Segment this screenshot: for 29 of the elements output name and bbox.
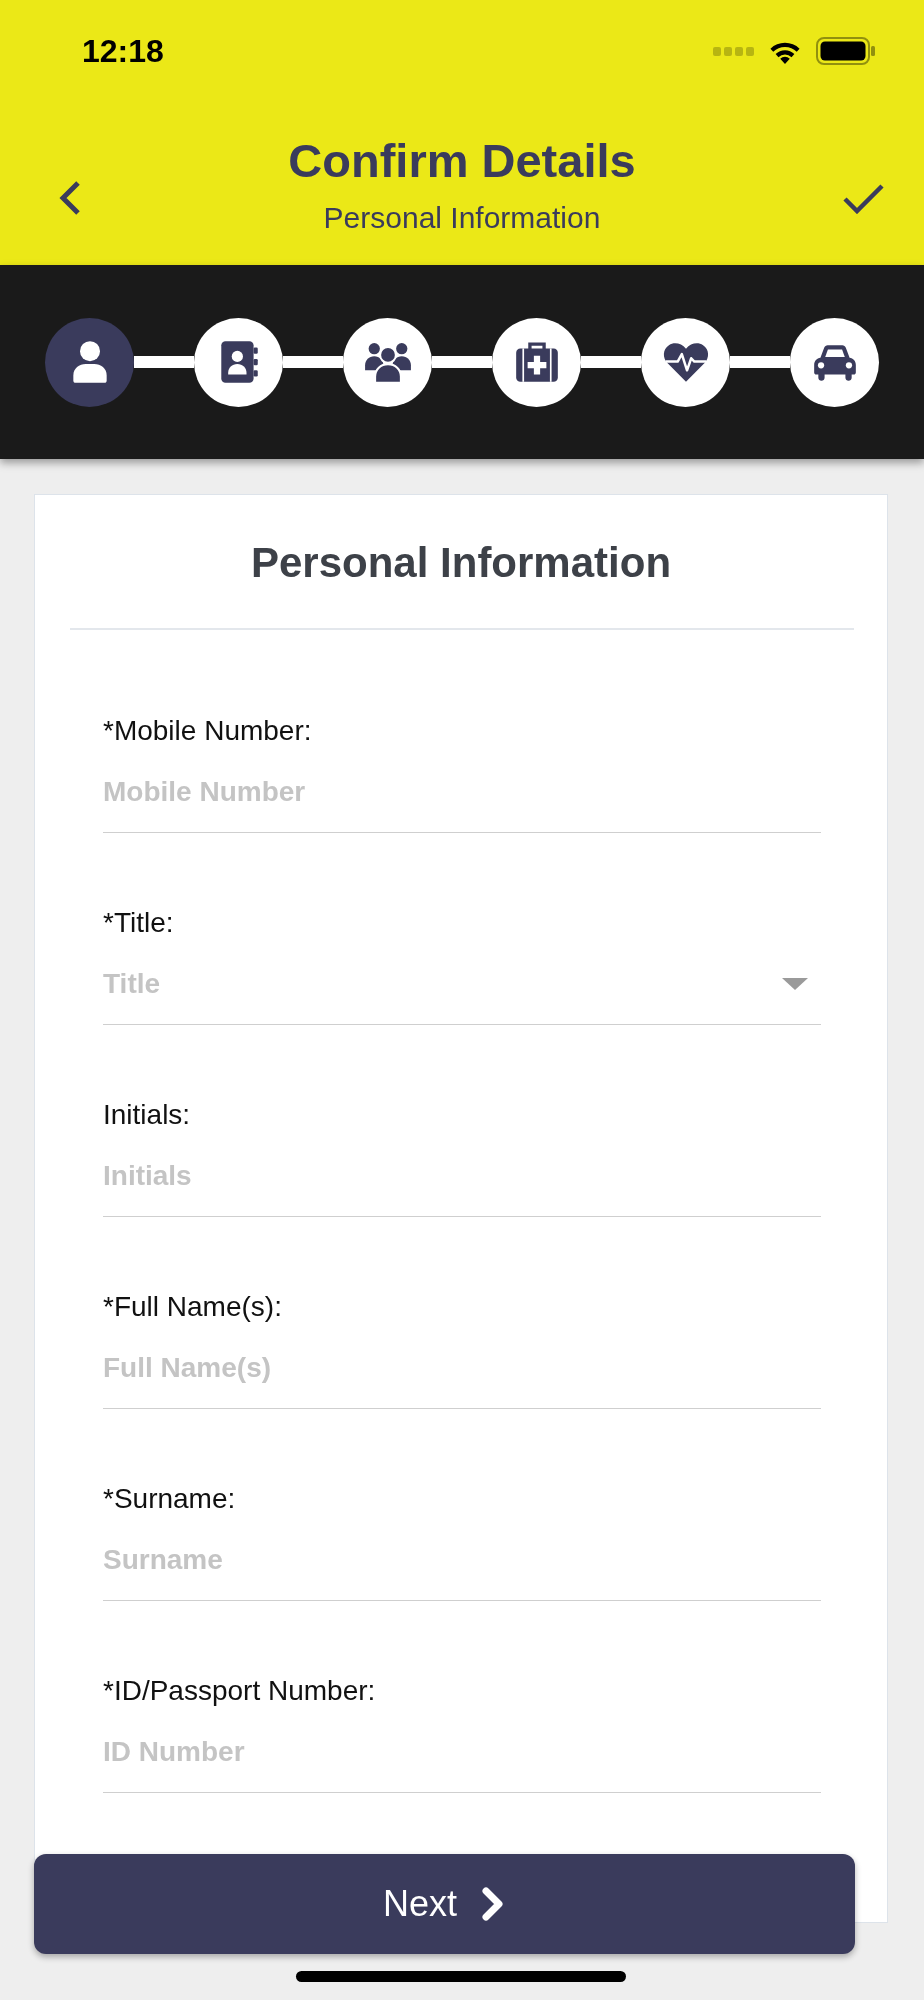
chevron-left-icon	[58, 180, 82, 216]
status-time: 12:18	[82, 32, 164, 70]
back-button[interactable]	[58, 180, 82, 216]
step-connector	[581, 356, 641, 368]
signal-icon	[713, 46, 754, 56]
input-field[interactable]: ID Number	[103, 1735, 821, 1793]
step-connector	[134, 356, 194, 368]
page-title: Confirm Details	[288, 133, 636, 189]
step-connector	[730, 356, 790, 368]
input-field[interactable]: Initials	[103, 1159, 821, 1217]
next-button[interactable]: Next	[34, 1854, 855, 1954]
step-connector	[283, 356, 343, 368]
field-label: *Surname:	[103, 1482, 237, 1516]
chevron-right-icon	[481, 1886, 506, 1922]
form-heading: Personal Information	[249, 538, 673, 588]
input-field[interactable]: Mobile Number	[103, 775, 821, 833]
field-label: *Mobile Number:	[103, 714, 313, 748]
field-label: *ID/Passport Number:	[103, 1674, 377, 1708]
field-label: *Full Name(s):	[103, 1290, 283, 1324]
confirm-button[interactable]	[843, 183, 884, 214]
field-label: Initials:	[103, 1098, 192, 1132]
caret-down-icon	[782, 978, 808, 990]
input-field[interactable]: Surname	[103, 1543, 821, 1601]
input-field[interactable]: Full Name(s)	[103, 1351, 821, 1409]
battery-icon	[816, 37, 876, 65]
checkmark-icon	[843, 183, 884, 214]
field-label: *Title:	[103, 906, 175, 940]
step-connector	[432, 356, 492, 368]
page-subtitle: Personal Information	[323, 200, 601, 236]
